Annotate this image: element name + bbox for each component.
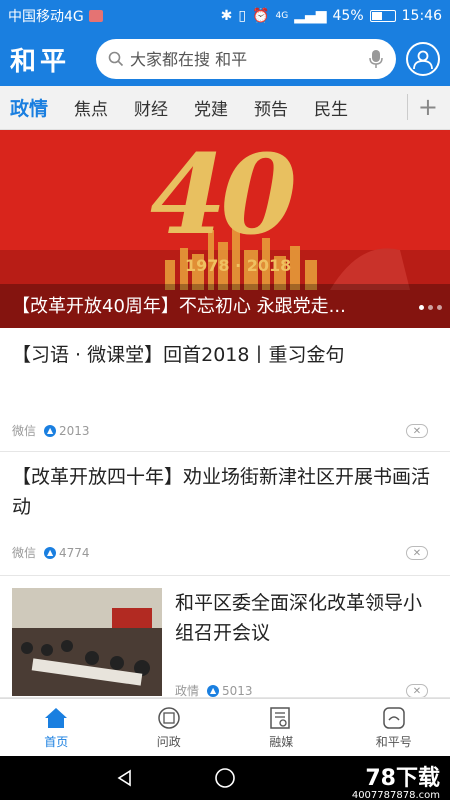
- signal-icon: ▂▄▆: [294, 8, 326, 24]
- nav-label: 和平号: [376, 733, 412, 750]
- banner-headline-40: 40: [150, 130, 291, 260]
- nav-label: 问政: [157, 733, 181, 750]
- clock: 15:46: [402, 8, 442, 24]
- back-triangle-icon: [115, 768, 135, 788]
- thumbs-up-icon: ▲: [44, 547, 56, 559]
- tab-minsheng[interactable]: 民生: [314, 95, 348, 120]
- news-source: 政情: [175, 682, 199, 698]
- news-source: 微信: [12, 544, 36, 561]
- bottom-navigation: 首页 问政 融媒 和平号: [0, 698, 450, 756]
- featured-banner[interactable]: 40 1978 · 2018 【改革开放40周年】不忘初心 永跟党走...: [0, 130, 450, 328]
- home-circle-icon: [214, 767, 236, 789]
- app-logo: 和平: [10, 41, 90, 78]
- news-title: 和平区委全面深化改革领导小组召开会议: [175, 588, 430, 648]
- news-title: 【改革开放四十年】劝业场街新津社区开展书画活动: [12, 462, 438, 522]
- profile-button[interactable]: [406, 42, 440, 76]
- add-tab-button[interactable]: +: [407, 94, 438, 120]
- news-meta: 政情 ▲ 5013: [175, 682, 253, 698]
- status-bar: 中国移动4G ✱ ▯ ⏰ 4G ▂▄▆ 45% 15:46: [0, 0, 450, 32]
- nav-label: 首页: [44, 733, 68, 750]
- carousel-dot: [419, 305, 424, 310]
- nav-rongmei[interactable]: 融媒: [225, 699, 338, 756]
- like-count: 2013: [59, 424, 90, 438]
- microphone-icon[interactable]: [368, 49, 384, 69]
- nav-home[interactable]: 首页: [0, 699, 113, 756]
- tab-zhengqing[interactable]: 政情: [10, 94, 48, 121]
- carousel-dot: [428, 305, 433, 310]
- category-tabs: 政情 焦点 财经 党建 预告 民生 +: [0, 86, 450, 130]
- home-icon: [43, 706, 69, 730]
- tab-yugao[interactable]: 预告: [254, 95, 288, 120]
- dismiss-button[interactable]: ✕: [406, 684, 428, 698]
- battery-percent: 45%: [333, 8, 364, 24]
- dismiss-button[interactable]: ✕: [406, 546, 428, 560]
- nav-wenzheng[interactable]: 问政: [113, 699, 226, 756]
- search-bar[interactable]: [96, 39, 396, 79]
- carrier-label: 中国移动4G: [8, 6, 84, 26]
- like-count: 4774: [59, 546, 90, 560]
- news-thumbnail: [12, 588, 162, 696]
- nav-hepinghao[interactable]: 和平号: [338, 699, 450, 756]
- back-button[interactable]: [75, 768, 175, 788]
- watermark-logo: 78下载 4007787878.com: [352, 760, 440, 801]
- news-title: 【习语 · 微课堂】回首2018丨重习金句: [12, 340, 438, 370]
- user-icon: [412, 48, 434, 70]
- alarm-icon: ⏰: [252, 8, 269, 24]
- media-icon: [268, 706, 294, 730]
- battery-icon: [370, 10, 396, 22]
- vibrate-icon: ▯: [238, 8, 246, 24]
- news-item[interactable]: 【习语 · 微课堂】回首2018丨重习金句 微信 ▲ 2013 ✕: [0, 328, 450, 452]
- tab-dangjian[interactable]: 党建: [194, 95, 228, 120]
- heping-icon: [381, 706, 407, 730]
- banner-caption: 【改革开放40周年】不忘初心 永跟党走...: [0, 284, 450, 328]
- sim-icon: [89, 10, 103, 22]
- ask-icon: [156, 706, 182, 730]
- news-item[interactable]: 【改革开放四十年】劝业场街新津社区开展书画活动 微信 ▲ 4774 ✕: [0, 452, 450, 576]
- carousel-indicator: [419, 305, 442, 310]
- news-meta: 微信 ▲ 4774: [12, 544, 90, 561]
- thumbs-up-icon: ▲: [44, 425, 56, 437]
- search-input[interactable]: [130, 50, 368, 69]
- tab-jiaodian[interactable]: 焦点: [74, 95, 108, 120]
- nav-label: 融媒: [269, 733, 293, 750]
- home-button[interactable]: [175, 767, 275, 789]
- banner-years: 1978 · 2018: [185, 256, 291, 275]
- app-header: 和平: [0, 32, 450, 86]
- bluetooth-icon: ✱: [221, 8, 233, 24]
- carousel-dot: [437, 305, 442, 310]
- meeting-photo: [12, 588, 162, 696]
- signal-label: 4G: [276, 11, 289, 21]
- system-navigation-bar: 78下载 4007787878.com: [0, 756, 450, 800]
- like-count: 5013: [222, 684, 253, 698]
- thumbs-up-icon: ▲: [207, 685, 219, 697]
- news-meta: 微信 ▲ 2013: [12, 422, 90, 439]
- news-source: 微信: [12, 422, 36, 439]
- search-icon: [108, 51, 124, 67]
- news-item[interactable]: 和平区委全面深化改革领导小组召开会议 政情 ▲ 5013 ✕: [0, 576, 450, 698]
- dismiss-button[interactable]: ✕: [406, 424, 428, 438]
- tab-caijing[interactable]: 财经: [134, 95, 168, 120]
